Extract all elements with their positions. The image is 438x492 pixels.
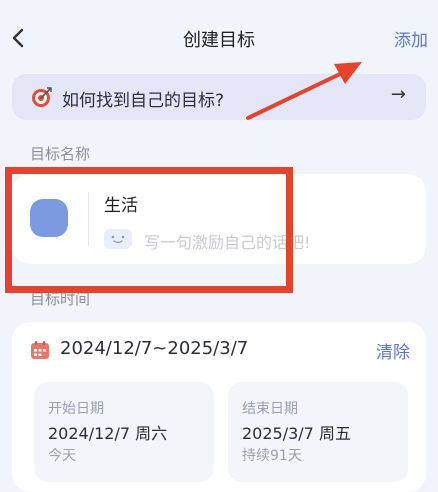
smile-icon: [104, 229, 132, 249]
slogan-input[interactable]: 写一句激励自己的话吧!: [144, 229, 310, 253]
end-date-label: 结束日期: [242, 401, 298, 417]
start-date-value: 2024/12/7 周六: [48, 424, 168, 443]
header: 创建目标 添加: [0, 0, 438, 76]
goal-time-label: 目标时间: [30, 290, 91, 308]
date-range-text: 2024/12/7~2025/3/7: [60, 338, 249, 359]
start-date-sub: 今天: [48, 448, 76, 464]
banner-text: 如何找到自己的目标?: [62, 91, 225, 111]
add-button[interactable]: 添加: [394, 26, 428, 51]
goal-name-label: 目标名称: [30, 145, 91, 163]
target-icon: [32, 87, 52, 107]
end-date-sub: 持续91天: [242, 448, 302, 464]
page-title: 创建目标: [183, 30, 255, 51]
goal-time-card: 2024/12/7~2025/3/7 清除 开始日期 2024/12/7 周六 …: [12, 322, 426, 492]
how-to-find-goal-banner[interactable]: 如何找到自己的目标? →: [12, 74, 426, 120]
clear-button[interactable]: 清除: [376, 338, 410, 363]
start-date-label: 开始日期: [48, 401, 104, 417]
goal-avatar[interactable]: [30, 199, 68, 237]
end-date-value: 2025/3/7 周五: [242, 424, 351, 443]
start-date-box[interactable]: 开始日期 2024/12/7 周六 今天: [34, 382, 214, 482]
arrow-right-icon: →: [390, 84, 406, 105]
calendar-icon: [31, 341, 49, 359]
goal-name-input[interactable]: 生活: [104, 191, 138, 216]
end-date-box[interactable]: 结束日期 2025/3/7 周五 持续91天: [228, 382, 408, 482]
goal-name-card: 生活 写一句激励自己的话吧!: [12, 174, 426, 264]
divider: [88, 192, 89, 246]
